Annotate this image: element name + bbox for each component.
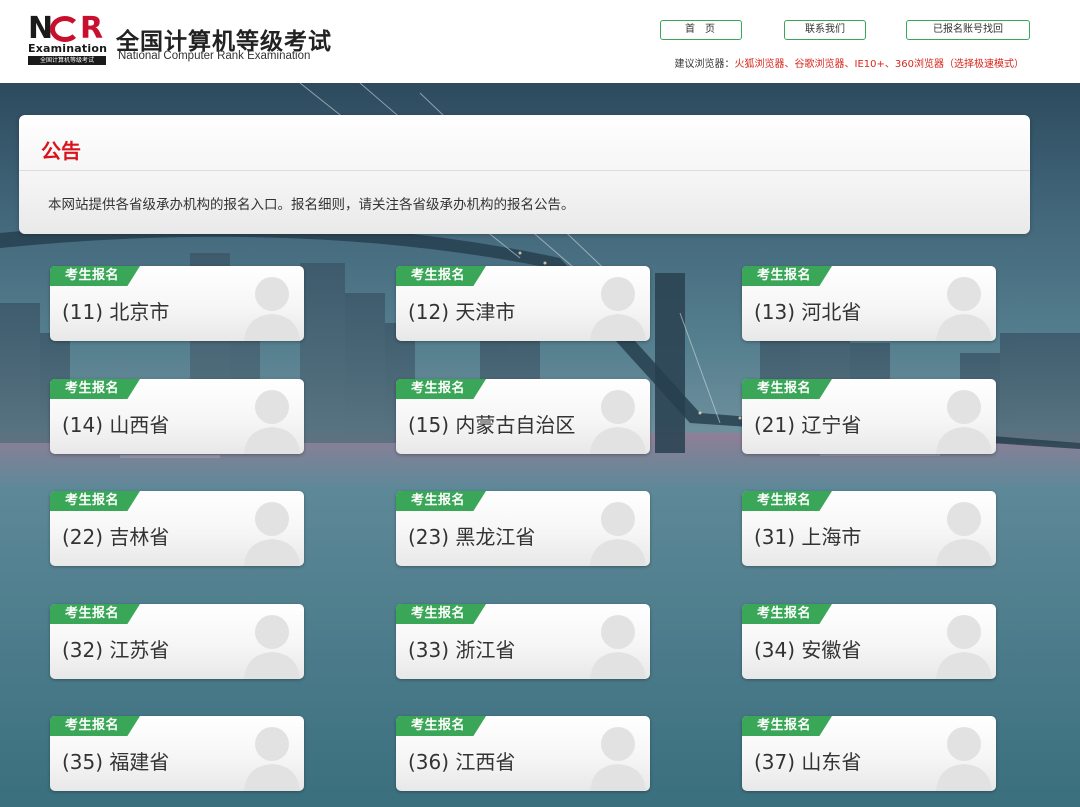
- province-name: (15) 内蒙古自治区: [408, 413, 576, 437]
- user-avatar-icon: [930, 604, 994, 679]
- notice-text: 本网站提供各省级承办机构的报名入口。报名细则，请关注各省级承办机构的报名公告。: [48, 197, 575, 213]
- province-card[interactable]: 考生报名 (11) 北京市: [50, 266, 304, 341]
- register-badge: 考生报名: [396, 716, 486, 736]
- province-name: (13) 河北省: [754, 300, 862, 324]
- province-name: (32) 江苏省: [62, 638, 170, 662]
- register-badge: 考生报名: [742, 266, 832, 286]
- province-name: (34) 安徽省: [754, 638, 862, 662]
- province-name: (33) 浙江省: [408, 638, 516, 662]
- register-badge: 考生报名: [50, 491, 140, 511]
- register-badge: 考生报名: [742, 604, 832, 624]
- province-card[interactable]: 考生报名 (21) 辽宁省: [742, 379, 996, 454]
- province-card[interactable]: 考生报名 (34) 安徽省: [742, 604, 996, 679]
- register-badge: 考生报名: [742, 716, 832, 736]
- province-name: (14) 山西省: [62, 413, 170, 437]
- user-avatar-icon: [584, 604, 648, 679]
- register-badge: 考生报名: [742, 491, 832, 511]
- province-card[interactable]: 考生报名 (33) 浙江省: [396, 604, 650, 679]
- province-name: (31) 上海市: [754, 525, 862, 549]
- register-badge: 考生报名: [396, 604, 486, 624]
- notice-panel: 公告 本网站提供各省级承办机构的报名入口。报名细则，请关注各省级承办机构的报名公…: [19, 115, 1030, 234]
- user-avatar-icon: [584, 491, 648, 566]
- notice-divider: [19, 170, 1030, 171]
- register-badge: 考生报名: [50, 716, 140, 736]
- site-subtitle: National Computer Rank Examination: [118, 50, 311, 62]
- province-card[interactable]: 考生报名 (35) 福建省: [50, 716, 304, 791]
- province-card[interactable]: 考生报名 (32) 江苏省: [50, 604, 304, 679]
- user-avatar-icon: [238, 604, 302, 679]
- site-header: N R Examination 全国计算机等级考试 全国计算机等级考试 Nati…: [0, 0, 1080, 83]
- browser-tip-list: 火狐浏览器、谷歌浏览器、IE10+、360浏览器（选择极速模式）: [734, 59, 1024, 70]
- province-name: (35) 福建省: [62, 750, 170, 774]
- user-avatar-icon: [930, 266, 994, 341]
- notice-title: 公告: [41, 139, 81, 163]
- province-name: (11) 北京市: [62, 300, 170, 324]
- province-card[interactable]: 考生报名 (22) 吉林省: [50, 491, 304, 566]
- register-badge: 考生报名: [50, 266, 140, 286]
- province-card[interactable]: 考生报名 (13) 河北省: [742, 266, 996, 341]
- contact-us-button[interactable]: 联系我们: [784, 20, 866, 40]
- register-badge: 考生报名: [396, 266, 486, 286]
- province-name: (22) 吉林省: [62, 525, 170, 549]
- register-badge: 考生报名: [50, 604, 140, 624]
- browser-tip-label: 建议浏览器：: [674, 59, 735, 70]
- province-card[interactable]: 考生报名 (15) 内蒙古自治区: [396, 379, 650, 454]
- province-card[interactable]: 考生报名 (31) 上海市: [742, 491, 996, 566]
- home-button[interactable]: 首页: [660, 20, 742, 40]
- user-avatar-icon: [584, 379, 648, 454]
- province-card[interactable]: 考生报名 (37) 山东省: [742, 716, 996, 791]
- ncre-logo[interactable]: N R Examination 全国计算机等级考试: [28, 11, 108, 65]
- user-avatar-icon: [238, 379, 302, 454]
- province-card[interactable]: 考生报名 (36) 江西省: [396, 716, 650, 791]
- province-card[interactable]: 考生报名 (14) 山西省: [50, 379, 304, 454]
- register-badge: 考生报名: [742, 379, 832, 399]
- register-badge: 考生报名: [50, 379, 140, 399]
- user-avatar-icon: [930, 716, 994, 791]
- logo-letter-r: R: [80, 11, 104, 46]
- register-badge: 考生报名: [396, 491, 486, 511]
- user-avatar-icon: [584, 266, 648, 341]
- user-avatar-icon: [238, 716, 302, 791]
- account-recovery-button[interactable]: 已报名账号找回: [906, 20, 1030, 40]
- user-avatar-icon: [238, 266, 302, 341]
- province-name: (37) 山东省: [754, 750, 862, 774]
- province-name: (36) 江西省: [408, 750, 516, 774]
- logo-bar-text: 全国计算机等级考试: [28, 56, 106, 65]
- user-avatar-icon: [238, 491, 302, 566]
- province-card[interactable]: 考生报名 (23) 黑龙江省: [396, 491, 650, 566]
- logo-c-ring-icon: [50, 16, 80, 42]
- user-avatar-icon: [930, 491, 994, 566]
- browser-recommendation: 建议浏览器：火狐浏览器、谷歌浏览器、IE10+、360浏览器（选择极速模式）: [675, 55, 1024, 70]
- province-name: (12) 天津市: [408, 300, 516, 324]
- province-name: (21) 辽宁省: [754, 413, 862, 437]
- user-avatar-icon: [584, 716, 648, 791]
- user-avatar-icon: [930, 379, 994, 454]
- register-badge: 考生报名: [396, 379, 486, 399]
- province-card[interactable]: 考生报名 (12) 天津市: [396, 266, 650, 341]
- logo-examination-text: Examination: [28, 42, 108, 55]
- province-name: (23) 黑龙江省: [408, 525, 536, 549]
